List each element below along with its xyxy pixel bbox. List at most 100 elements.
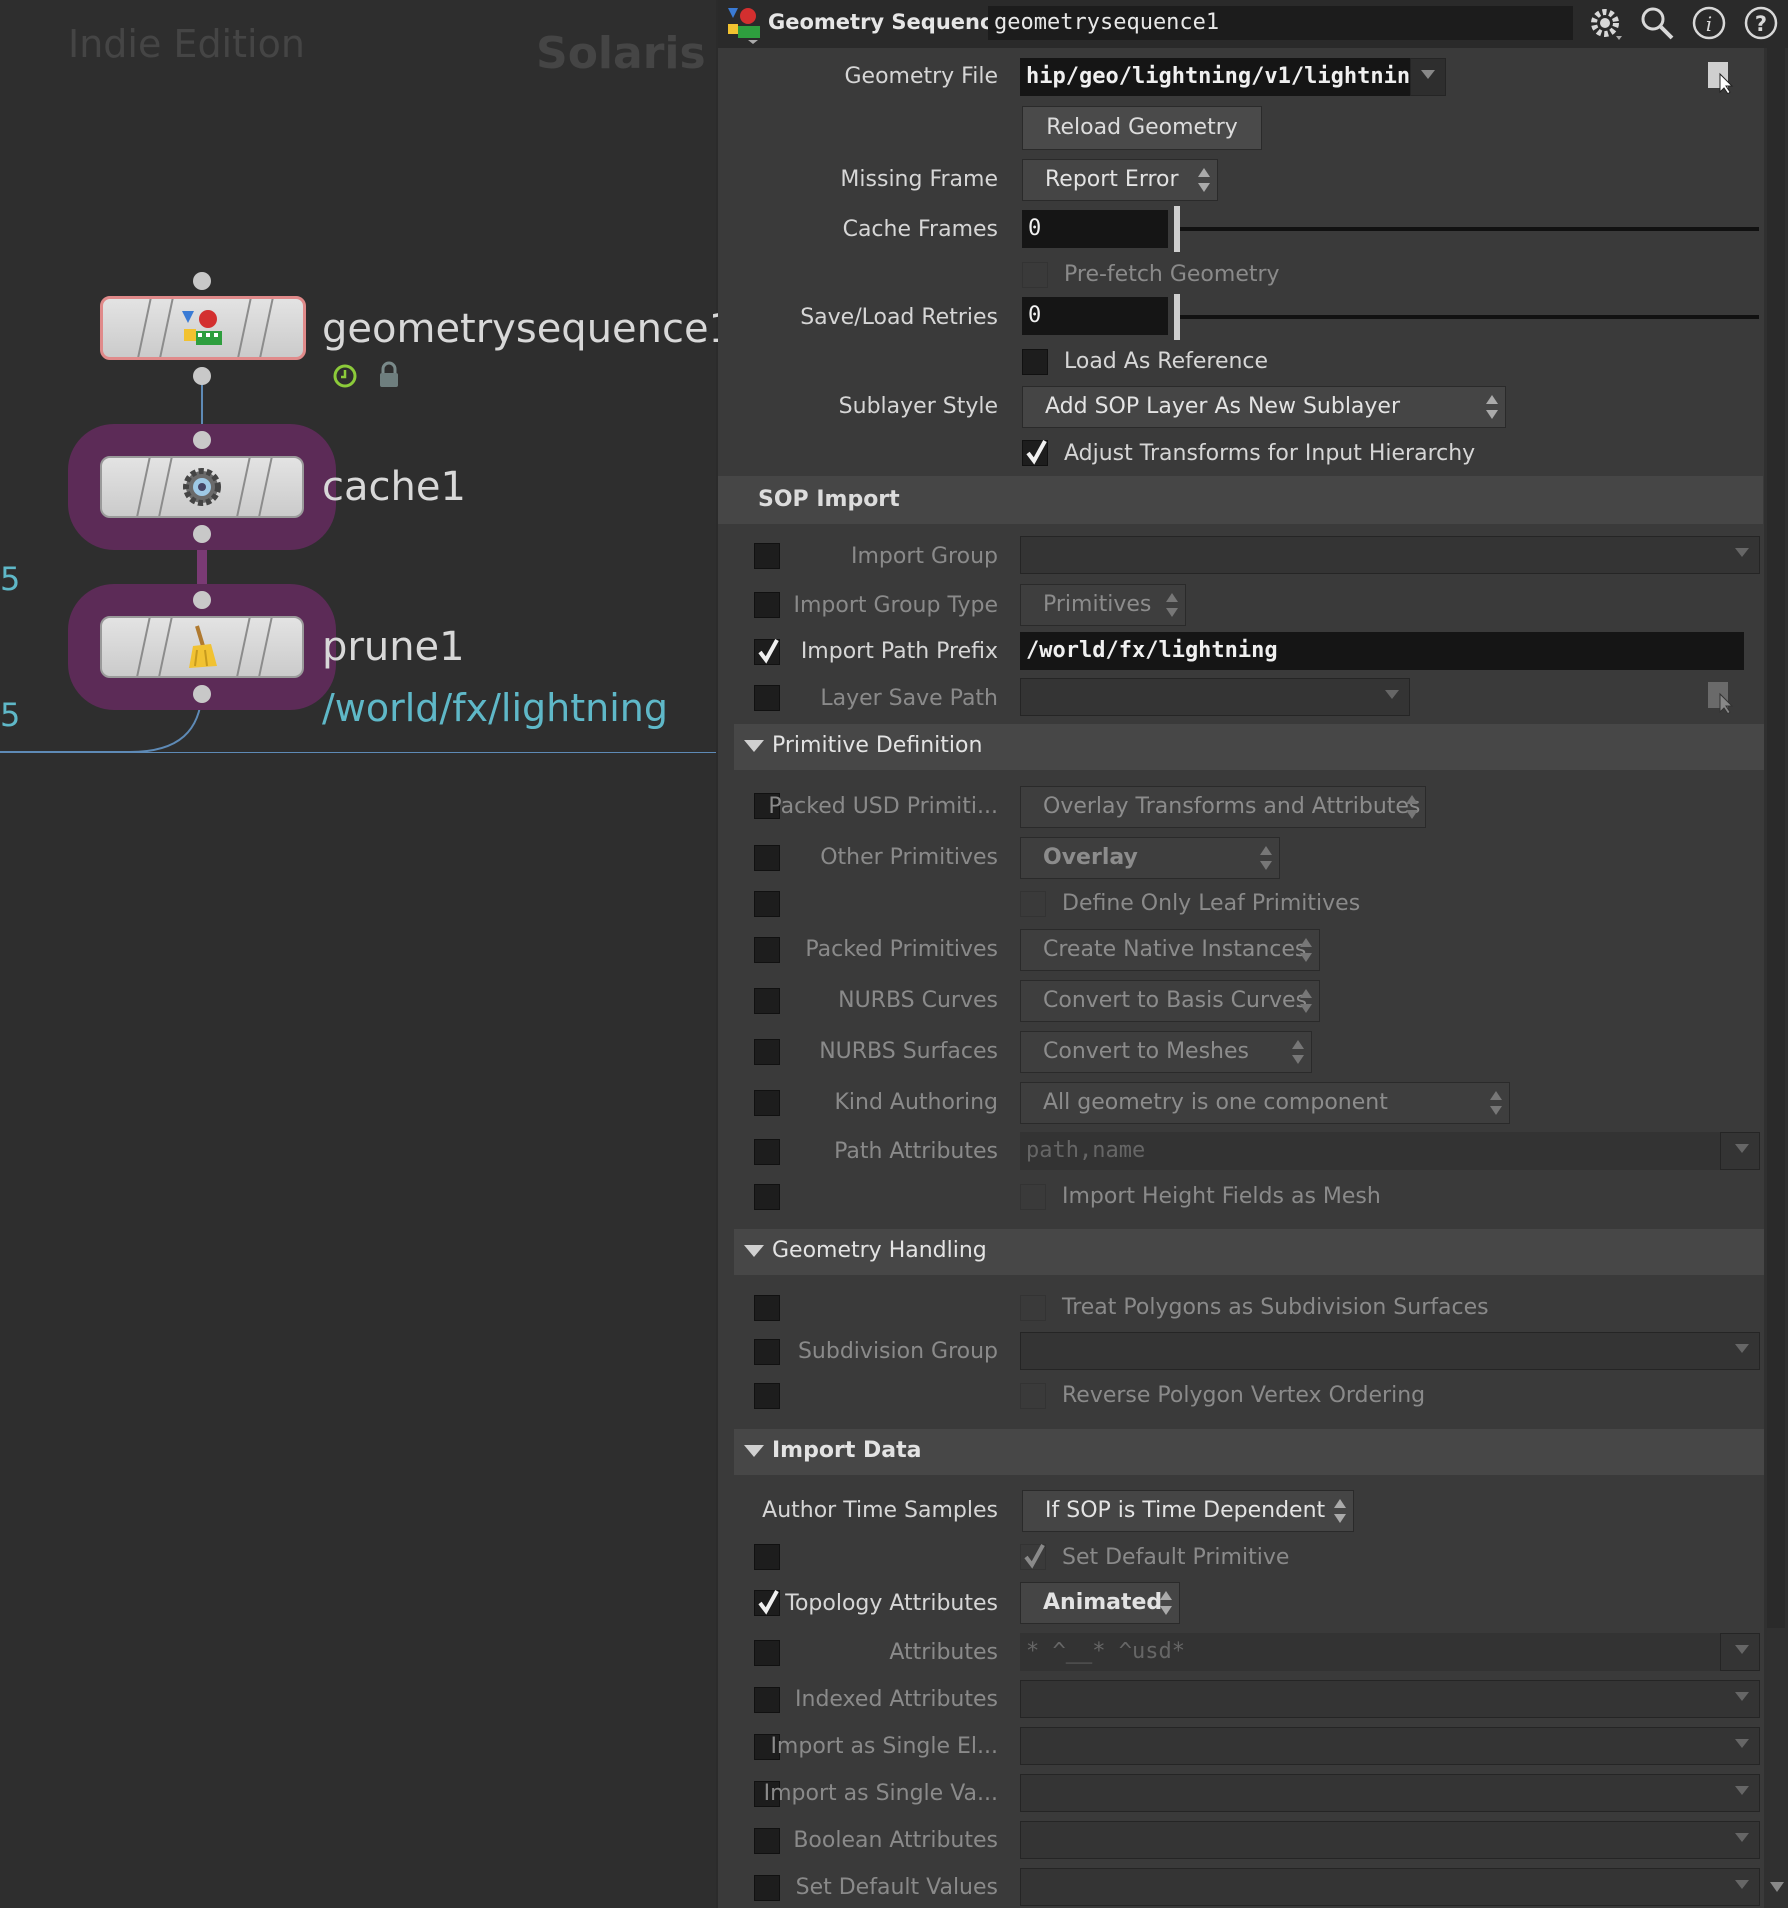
import-path-prefix-enable[interactable] bbox=[754, 639, 780, 665]
node-label[interactable]: geometrysequence1 bbox=[322, 306, 734, 352]
import-path-prefix-field[interactable]: /world/fx/lightning bbox=[1020, 632, 1744, 670]
nurbs-surfaces-menu[interactable]: Convert to Meshes bbox=[1020, 1031, 1312, 1073]
geometry-file-dropdown[interactable] bbox=[1410, 58, 1446, 96]
node-prune1[interactable] bbox=[100, 616, 304, 678]
collapse-triangle-icon[interactable] bbox=[744, 1245, 764, 1257]
set-default-primitive-checkbox[interactable] bbox=[1020, 1544, 1046, 1570]
subdivision-group-enable[interactable] bbox=[754, 1339, 780, 1365]
output-connector[interactable] bbox=[193, 525, 211, 543]
geometry-file-field[interactable]: hip/geo/lightning/v1/lightning_v1.$F.bge… bbox=[1020, 58, 1410, 96]
packed-usd-menu[interactable]: Overlay Transforms and Attributes bbox=[1020, 786, 1426, 828]
nurbs-curves-enable[interactable] bbox=[754, 988, 780, 1014]
import-data-section[interactable]: Import Data bbox=[734, 1429, 1774, 1475]
prefetch-checkbox[interactable] bbox=[1022, 262, 1048, 288]
file-chooser-icon[interactable] bbox=[1706, 680, 1734, 714]
set-default-primitive-enable[interactable] bbox=[754, 1544, 780, 1570]
topology-attributes-enable[interactable] bbox=[754, 1590, 780, 1616]
define-only-leaf-checkbox[interactable] bbox=[1020, 891, 1046, 917]
import-group-type-enable[interactable] bbox=[754, 592, 780, 618]
set-default-values-field[interactable] bbox=[1020, 1868, 1760, 1906]
adjust-transforms-checkbox[interactable] bbox=[1022, 440, 1048, 466]
cache-frames-slider[interactable] bbox=[1174, 227, 1759, 231]
sublayer-style-menu[interactable]: Add SOP Layer As New Sublayer bbox=[1022, 386, 1506, 428]
subdivision-group-label: Subdivision Group bbox=[797, 1339, 998, 1364]
attributes-label: Attributes bbox=[889, 1640, 998, 1665]
node-label[interactable]: prune1 bbox=[322, 624, 465, 670]
load-as-reference-checkbox[interactable] bbox=[1022, 349, 1048, 375]
scroll-down-icon[interactable] bbox=[1768, 1880, 1786, 1894]
save-load-retries-field[interactable]: 0 bbox=[1022, 297, 1168, 335]
other-primitives-menu[interactable]: Overlay bbox=[1020, 837, 1280, 879]
topology-attributes-menu[interactable]: Animated bbox=[1020, 1582, 1180, 1624]
layer-save-path-enable[interactable] bbox=[754, 685, 780, 711]
packed-primitives-enable[interactable] bbox=[754, 937, 780, 963]
section-title: Geometry Handling bbox=[772, 1238, 987, 1263]
output-connector[interactable] bbox=[193, 685, 211, 703]
layer-save-path-label: Layer Save Path bbox=[820, 686, 998, 711]
primitive-definition-section[interactable]: Primitive Definition bbox=[734, 724, 1774, 770]
cache-frames-field[interactable]: 0 bbox=[1022, 210, 1168, 248]
path-attributes-field[interactable]: path,name bbox=[1020, 1132, 1720, 1170]
attributes-field[interactable]: * ^__* ^usd* bbox=[1020, 1633, 1720, 1671]
treat-polygons-checkbox[interactable] bbox=[1020, 1295, 1046, 1321]
boolean-attributes-field[interactable] bbox=[1020, 1821, 1760, 1859]
indexed-attributes-field[interactable] bbox=[1020, 1680, 1760, 1718]
import-height-fields-enable[interactable] bbox=[754, 1184, 780, 1210]
other-primitives-enable[interactable] bbox=[754, 845, 780, 871]
attributes-dropdown[interactable] bbox=[1720, 1633, 1760, 1671]
import-single-va-field[interactable] bbox=[1020, 1774, 1760, 1812]
kind-authoring-enable[interactable] bbox=[754, 1090, 780, 1116]
node-name-field[interactable]: geometrysequence1 bbox=[988, 6, 1573, 40]
cache-frames-slider-handle[interactable] bbox=[1174, 206, 1180, 252]
reload-geometry-button[interactable]: Reload Geometry bbox=[1022, 106, 1262, 150]
subdivision-group-field[interactable] bbox=[1020, 1332, 1760, 1370]
layer-save-path-field[interactable] bbox=[1020, 678, 1410, 716]
set-default-values-enable[interactable] bbox=[754, 1875, 780, 1901]
missing-frame-menu[interactable]: Report Error bbox=[1022, 159, 1218, 201]
treat-polygons-enable[interactable] bbox=[754, 1295, 780, 1321]
input-connector[interactable] bbox=[193, 431, 211, 449]
packed-primitives-menu[interactable]: Create Native Instances bbox=[1020, 929, 1320, 971]
collapse-triangle-icon[interactable] bbox=[744, 1445, 764, 1457]
geometry-handling-section[interactable]: Geometry Handling bbox=[734, 1229, 1774, 1275]
reverse-polygon-checkbox[interactable] bbox=[1020, 1383, 1046, 1409]
other-primitives-label: Other Primitives bbox=[820, 845, 998, 870]
node-geometrysequence1[interactable] bbox=[100, 296, 306, 360]
nurbs-curves-menu[interactable]: Convert to Basis Curves bbox=[1020, 980, 1320, 1022]
missing-frame-value: Report Error bbox=[1045, 167, 1179, 192]
nurbs-surfaces-enable[interactable] bbox=[754, 1039, 780, 1065]
import-group-type-menu[interactable]: Primitives bbox=[1020, 584, 1186, 626]
path-attributes-dropdown[interactable] bbox=[1720, 1132, 1760, 1170]
save-load-retries-slider[interactable] bbox=[1174, 315, 1759, 319]
network-editor[interactable]: Indie Edition Solaris 5 5 geometrysequen… bbox=[0, 0, 734, 1908]
import-group-enable[interactable] bbox=[754, 543, 780, 569]
file-chooser-icon[interactable] bbox=[1706, 60, 1734, 94]
scrollbar-thumb[interactable] bbox=[1767, 48, 1785, 1628]
reverse-polygon-enable[interactable] bbox=[754, 1383, 780, 1409]
output-connector[interactable] bbox=[193, 367, 211, 385]
save-load-retries-slider-handle[interactable] bbox=[1174, 294, 1180, 340]
node-label[interactable]: cache1 bbox=[322, 464, 466, 510]
info-icon[interactable]: i bbox=[1690, 4, 1728, 42]
path-attributes-enable[interactable] bbox=[754, 1139, 780, 1165]
import-single-el-field[interactable] bbox=[1020, 1727, 1760, 1765]
search-icon[interactable] bbox=[1638, 4, 1676, 42]
import-height-fields-checkbox[interactable] bbox=[1020, 1184, 1046, 1210]
indexed-attributes-enable[interactable] bbox=[754, 1687, 780, 1713]
help-icon[interactable]: ? bbox=[1742, 4, 1780, 42]
section-title: Import Data bbox=[772, 1438, 922, 1463]
gear-icon[interactable] bbox=[1586, 4, 1624, 42]
collapse-triangle-icon[interactable] bbox=[744, 740, 764, 752]
import-group-field[interactable] bbox=[1020, 536, 1760, 574]
input-connector[interactable] bbox=[193, 591, 211, 609]
updown-arrows-icon bbox=[1334, 1499, 1346, 1523]
author-time-samples-menu[interactable]: If SOP is Time Dependent bbox=[1022, 1490, 1354, 1532]
input-connector[interactable] bbox=[193, 272, 211, 290]
path-attributes-label: Path Attributes bbox=[834, 1139, 998, 1164]
import-group-type-label: Import Group Type bbox=[793, 593, 998, 618]
node-cache1[interactable] bbox=[100, 456, 304, 518]
boolean-attributes-enable[interactable] bbox=[754, 1828, 780, 1854]
define-only-leaf-enable[interactable] bbox=[754, 891, 780, 917]
attributes-enable[interactable] bbox=[754, 1640, 780, 1666]
kind-authoring-menu[interactable]: All geometry is one component bbox=[1020, 1082, 1510, 1124]
